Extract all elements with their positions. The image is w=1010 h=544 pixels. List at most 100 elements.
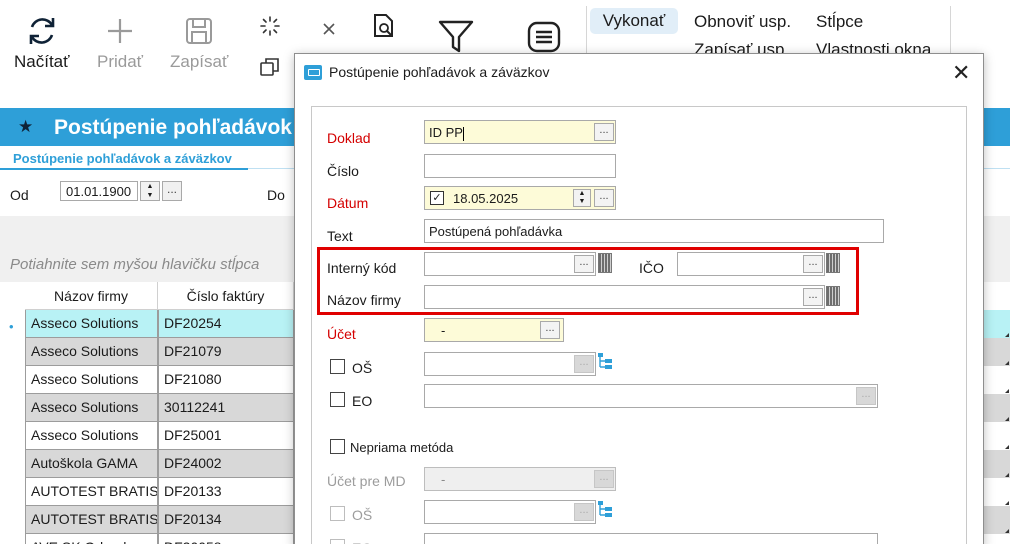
column-header-firm[interactable]: Názov firmy [25,282,158,310]
firm-cell[interactable]: AUTOTEST BRATISLAVA [25,506,158,534]
execute-button[interactable]: Vykonať [590,8,678,34]
eo-picker-button[interactable]: ... [856,387,876,405]
invoice-cell[interactable]: DF21079 [158,338,294,366]
os2-label: OŠ [352,507,373,523]
text-label: Text [327,228,353,244]
firm-cell[interactable]: Asseco Solutions [25,338,158,366]
eo-checkbox[interactable] [330,392,345,407]
dialog-titlebar: Postúpenie pohľadávok a záväzkov ✕ [295,54,983,90]
invoice-cell[interactable]: 30112241 [158,394,294,422]
dialog-app-icon [304,65,322,80]
from-date-picker-button[interactable]: ... [162,181,182,201]
cell-corner-marker [1005,529,1009,533]
tree-icon[interactable] [597,500,613,518]
dialog-form-panel [311,106,967,544]
close-icon[interactable] [321,21,337,37]
invoice-cell[interactable]: DF20058 [158,534,294,544]
group-by-hint: Potiahnite sem myšou hlavičku stĺpca [10,256,260,273]
cell-corner-marker [1005,389,1009,393]
datum-picker-button[interactable]: ... [594,189,614,207]
add-button[interactable]: Pridať [97,14,143,72]
datum-value: 18.05.2025 [453,191,519,206]
ribbon-separator [950,6,951,58]
os-picker-button[interactable]: ... [574,355,594,373]
doklad-label: Doklad [327,130,371,146]
cell-corner-marker [1005,473,1009,477]
cell-corner-marker [1005,501,1009,505]
cell-corner-marker [1005,333,1009,337]
datum-input[interactable]: ✓ 18.05.2025 ▲ ▼ [424,186,616,210]
ucet-md-input[interactable]: - [424,467,616,491]
ucet-picker-button[interactable]: ... [540,321,560,339]
refresh-success-link[interactable]: Obnoviť usp. [694,12,791,32]
firm-cell[interactable]: Asseco Solutions [25,310,158,338]
current-row-indicator: • [9,319,14,334]
cell-corner-marker [1005,417,1009,421]
firm-cell[interactable]: Asseco Solutions [25,422,158,450]
reload-label: Načítať [14,52,70,71]
os2-picker-button[interactable]: ... [574,503,594,521]
eo2-label: EO [352,540,372,544]
os2-input[interactable] [424,500,596,524]
cislo-label: Číslo [327,163,359,179]
nepriama-checkbox[interactable] [330,439,345,454]
firm-cell[interactable]: AUTOTEST BRATISLAVA [25,478,158,506]
from-date-spinner[interactable]: ▲ ▼ [140,181,160,201]
datum-checkbox[interactable]: ✓ [430,191,444,205]
spinner-icon[interactable] [259,15,281,37]
firm-cell[interactable]: Asseco Solutions [25,366,158,394]
from-label: Od [10,187,29,203]
cell-corner-marker [1005,361,1009,365]
ucet-md-label: Účet pre MD [327,473,406,489]
tab-main[interactable]: Postúpenie pohľadávok a záväzkov [0,146,248,170]
datum-spinner[interactable]: ▲ ▼ [573,189,591,207]
nepriama-label: Nepriama metóda [350,440,454,455]
firm-cell[interactable]: Autoškola GAMA [25,450,158,478]
columns-link[interactable]: Stĺpce [816,12,863,32]
invoice-cell[interactable]: DF25001 [158,422,294,450]
list-icon[interactable] [527,21,561,53]
column-header-invoice[interactable]: Číslo faktúry [158,282,294,310]
doklad-value: ID PP [429,125,463,140]
tree-icon[interactable] [597,352,613,370]
cislo-input[interactable] [424,154,616,178]
doklad-picker-button[interactable]: ... [594,123,614,141]
ribbon-separator [586,6,587,58]
reload-icon [29,18,55,44]
floppy-disk-icon [186,18,213,44]
os-checkbox[interactable] [330,359,345,374]
ucet-label: Účet [327,326,356,342]
from-date-input[interactable]: 01.01.1900 [60,181,138,201]
invoice-cell[interactable]: DF20133 [158,478,294,506]
invoice-cell[interactable]: DF21080 [158,366,294,394]
cell-corner-marker [1005,445,1009,449]
eo-input[interactable] [424,384,878,408]
firm-cell[interactable]: AVE SK Odpady [25,534,158,544]
add-label: Pridať [97,52,144,71]
eo-label: EO [352,393,373,409]
invoice-cell[interactable]: DF20254 [158,310,294,338]
os2-checkbox[interactable] [330,506,345,521]
os-input[interactable] [424,352,596,376]
save-button[interactable]: Zapísať [170,14,228,72]
invoice-cell[interactable]: DF24002 [158,450,294,478]
firm-cell[interactable]: Asseco Solutions [25,394,158,422]
dialog-close-icon[interactable]: ✕ [952,60,970,86]
filter-icon[interactable] [437,18,475,54]
os-label: OŠ [352,360,373,376]
to-label: Do [267,187,285,203]
highlight-box [317,247,859,315]
eo2-checkbox[interactable] [330,539,345,544]
search-document-icon[interactable] [372,13,396,39]
text-input[interactable]: Postúpená pohľadávka [424,219,884,243]
invoice-cell[interactable]: DF20134 [158,506,294,534]
ucet-md-picker-button[interactable]: ... [594,470,614,488]
doklad-input[interactable]: ID PP [424,120,616,144]
copy-icon[interactable] [259,56,281,78]
save-label: Zapísať [170,52,229,71]
reload-button[interactable]: Načítať [14,14,70,72]
eo2-input[interactable] [424,533,878,544]
datum-label: Dátum [327,195,369,211]
plus-icon [108,19,133,43]
favorite-star-icon[interactable]: ★ [18,117,33,137]
